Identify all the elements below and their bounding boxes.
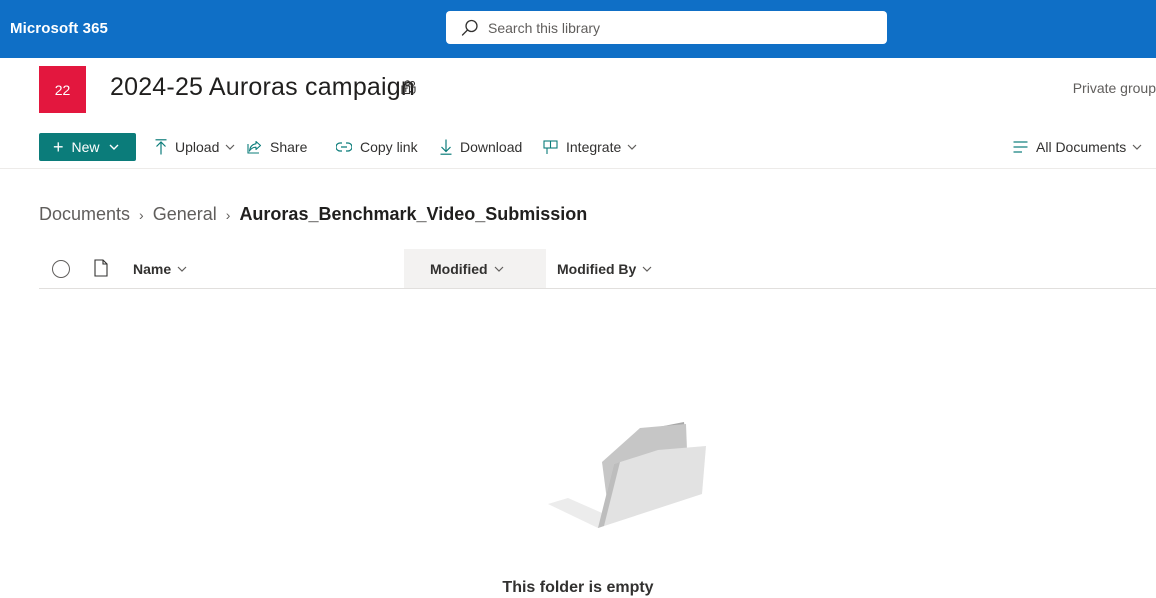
chevron-down-icon — [1132, 144, 1142, 150]
app-title[interactable]: Microsoft 365 — [10, 20, 108, 37]
site-logo[interactable]: 22 — [39, 66, 86, 113]
select-all-circle-icon[interactable] — [52, 260, 70, 278]
copy-link-button[interactable]: Copy link — [336, 134, 418, 160]
new-button[interactable]: + New — [39, 133, 136, 161]
column-modified-by-label: Modified By — [557, 260, 637, 277]
breadcrumb-current: Auroras_Benchmark_Video_Submission — [239, 204, 588, 224]
search-icon — [461, 19, 478, 36]
upload-icon — [155, 139, 167, 155]
site-logo-text: 22 — [54, 81, 71, 98]
breadcrumb-item-documents[interactable]: Documents — [39, 204, 130, 225]
site-title[interactable]: 2024-25 Auroras campaign — [110, 73, 415, 102]
group-privacy-label: Private group — [1072, 80, 1156, 96]
suite-bar: Microsoft 365 — [0, 0, 1156, 58]
download-label: Download — [460, 139, 523, 155]
link-icon — [336, 142, 352, 152]
chevron-down-icon — [642, 266, 652, 272]
upload-button[interactable]: Upload — [155, 134, 243, 160]
empty-folder-illustration — [548, 422, 706, 528]
breadcrumb: Documents › General › Auroras_Benchmark_… — [39, 204, 587, 225]
breadcrumb-separator-icon: › — [225, 206, 231, 223]
copy-link-label: Copy link — [360, 139, 418, 155]
chevron-down-icon — [494, 266, 503, 272]
new-button-label: New — [71, 139, 100, 155]
integrate-icon — [543, 139, 558, 154]
view-list-icon — [1013, 141, 1028, 153]
command-bar: + New Upload Share Copy link Download In… — [0, 126, 1156, 169]
file-type-icon[interactable] — [94, 259, 108, 277]
download-button[interactable]: Download — [440, 134, 522, 160]
view-switcher-label: All Documents — [1036, 139, 1127, 155]
integrate-button[interactable]: Integrate — [543, 134, 645, 160]
breadcrumb-separator-icon: › — [139, 206, 144, 223]
empty-folder-message: This folder is empty — [502, 579, 654, 596]
column-header-modified-by[interactable]: Modified By — [557, 249, 652, 288]
chevron-down-icon — [225, 144, 235, 150]
share-button[interactable]: Share — [247, 134, 307, 160]
download-icon — [440, 139, 452, 155]
plus-icon: + — [53, 137, 64, 157]
column-header-modified[interactable]: Modified — [404, 249, 546, 288]
list-column-header: Name Modified Modified By — [39, 249, 1156, 289]
column-name-label: Name — [133, 260, 172, 277]
integrate-label: Integrate — [566, 139, 622, 155]
teams-icon[interactable] — [401, 80, 417, 96]
column-header-name[interactable]: Name — [133, 249, 187, 288]
column-modified-label: Modified — [430, 260, 488, 277]
share-icon — [247, 140, 262, 154]
chevron-down-icon — [177, 266, 187, 272]
search-box[interactable] — [446, 11, 887, 44]
view-switcher[interactable]: All Documents — [1013, 134, 1150, 160]
search-input[interactable] — [486, 16, 866, 40]
upload-label: Upload — [175, 139, 220, 155]
chevron-down-icon — [627, 144, 637, 150]
breadcrumb-item-general[interactable]: General — [153, 204, 217, 225]
share-label: Share — [270, 139, 308, 155]
chevron-down-icon — [109, 144, 119, 150]
